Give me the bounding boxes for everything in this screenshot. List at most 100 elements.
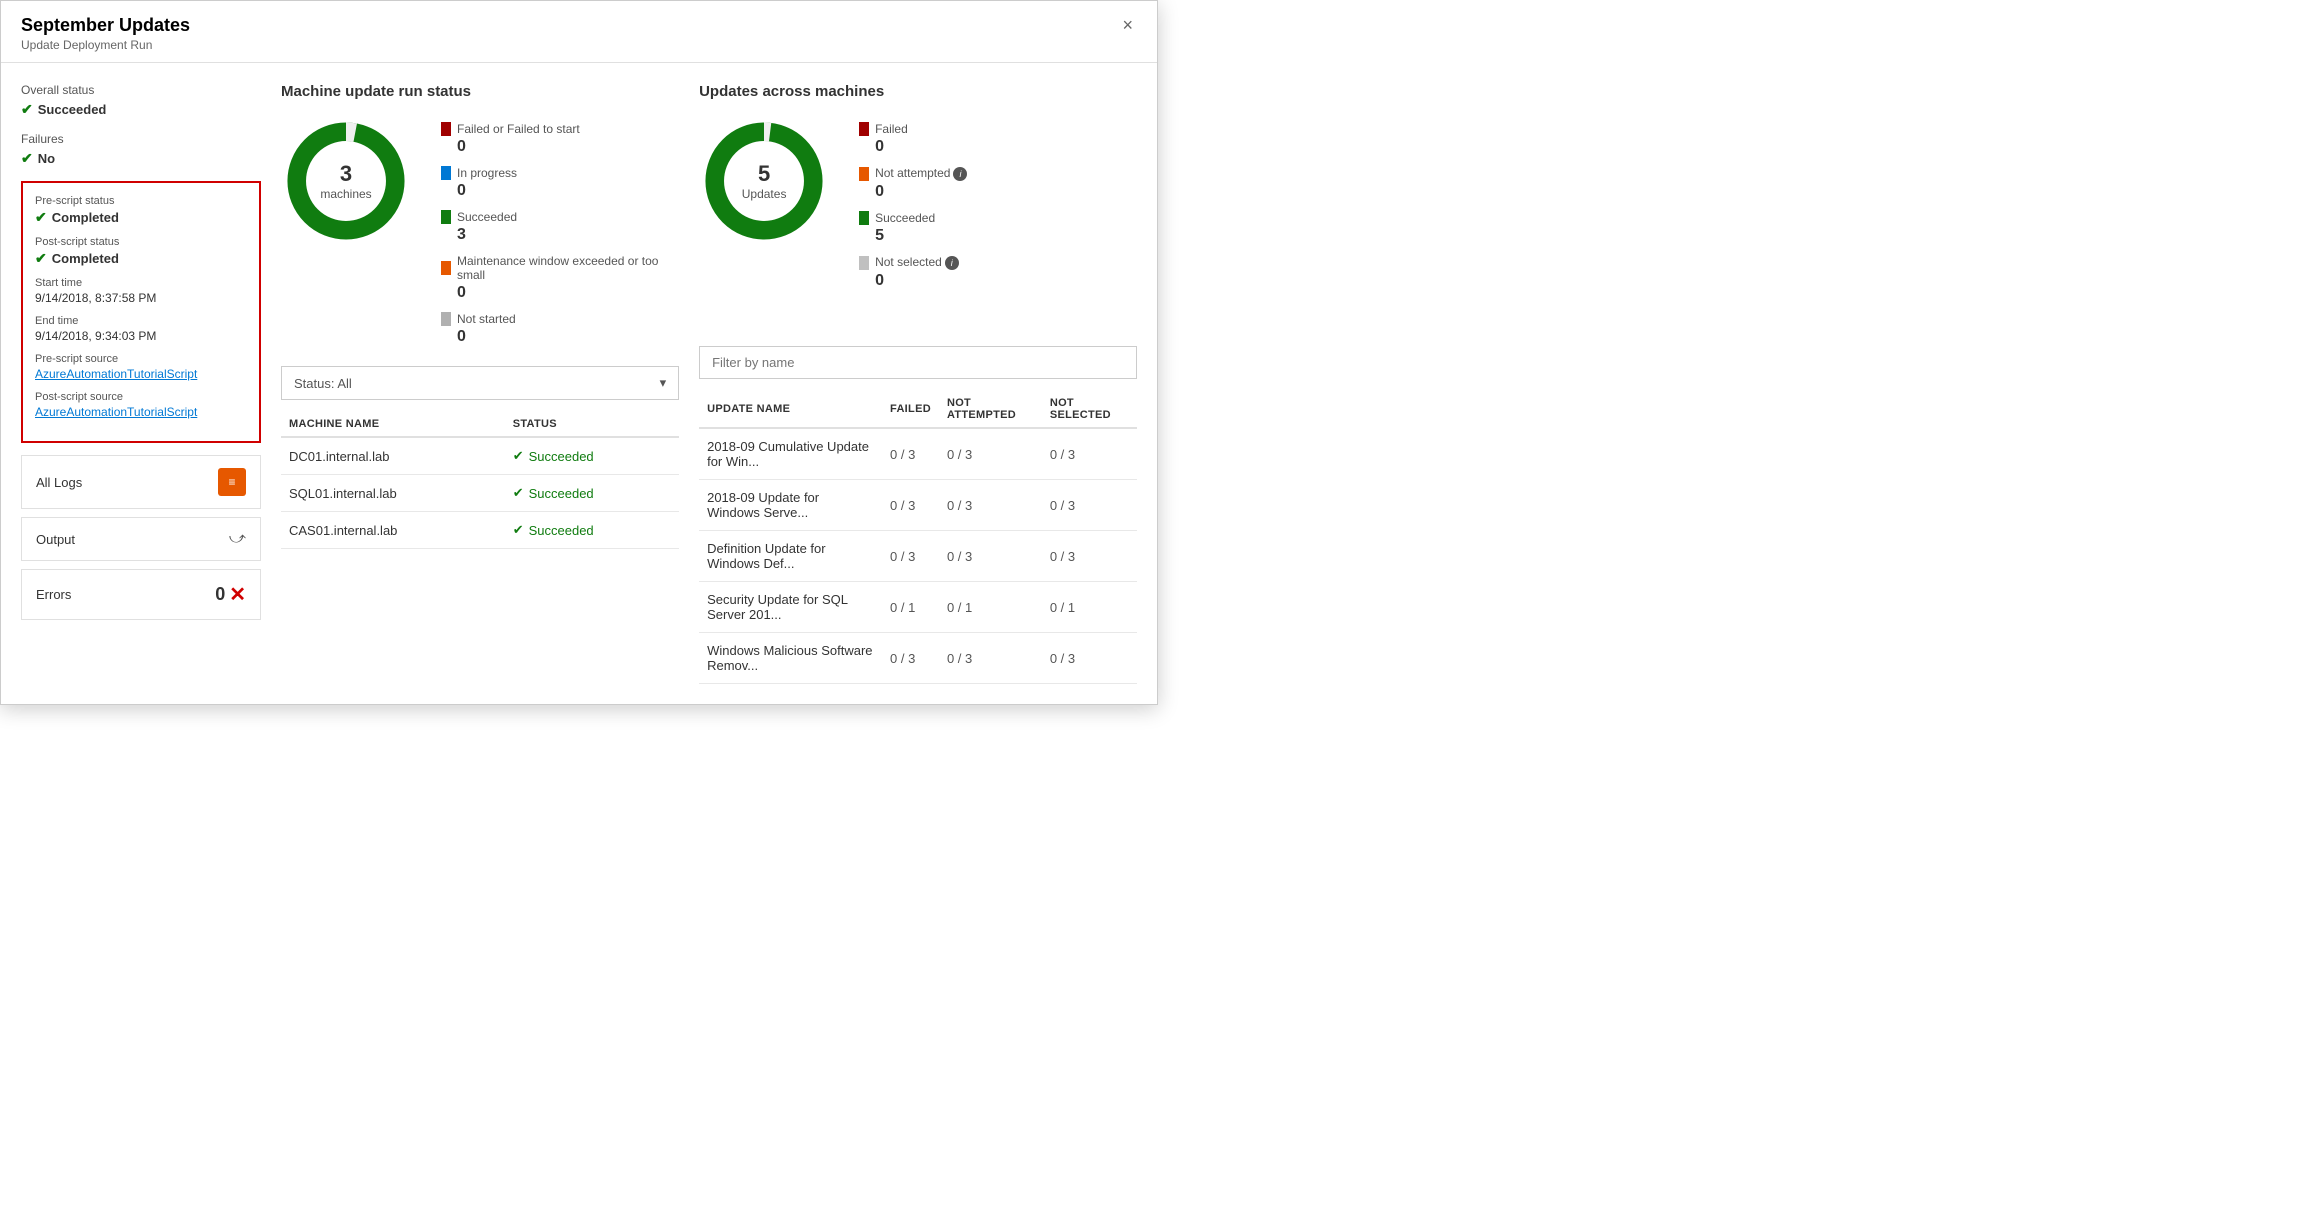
- prescript-source-label: Pre-script source: [35, 353, 247, 365]
- start-time-row: Start time 9/14/2018, 8:37:58 PM: [35, 277, 247, 305]
- header-text: September Updates Update Deployment Run: [21, 15, 190, 52]
- end-time-row: End time 9/14/2018, 9:34:03 PM: [35, 315, 247, 343]
- legend-color-bar: [859, 122, 869, 136]
- column-header: FAILED: [882, 391, 939, 428]
- legend-header: Succeeded: [441, 210, 679, 224]
- overall-status-section: Overall status ✔ Succeeded: [21, 83, 261, 118]
- legend-color-bar: [859, 256, 869, 270]
- dialog-body: Overall status ✔ Succeeded Failures ✔ No…: [1, 63, 1157, 704]
- legend-header: Not selectedi: [859, 255, 967, 270]
- legend-label: Not started: [457, 312, 516, 326]
- legend-item: Succeeded 3: [441, 210, 679, 244]
- machine-status: ✔ Succeeded: [505, 437, 679, 475]
- update-not-selected: 0 / 3: [1042, 428, 1137, 480]
- legend-header: Failed or Failed to start: [441, 122, 679, 136]
- output-icon: ⤻: [229, 530, 246, 548]
- machines-table-body: DC01.internal.lab ✔ Succeeded SQL01.inte…: [281, 437, 679, 549]
- legend-item: Not attemptedi 0: [859, 166, 967, 201]
- legend-color-bar: [859, 167, 869, 181]
- legend-header: Not attemptedi: [859, 166, 967, 181]
- updates-charts-row: 5 Updates Failed 0 Not attemptedi 0 Succ…: [699, 116, 1137, 290]
- update-name: Security Update for SQL Server 201...: [699, 582, 882, 633]
- machine-donut-text: machines: [320, 187, 371, 201]
- updates-table: UPDATE NAMEFAILEDNOT ATTEMPTEDNOT SELECT…: [699, 391, 1137, 684]
- succeeded-badge: ✔ Succeeded: [513, 522, 671, 538]
- prescript-status-label: Pre-script status: [35, 195, 247, 207]
- legend-color-bar: [441, 312, 451, 326]
- machine-donut-number: 3: [320, 161, 371, 187]
- legend-label: Succeeded: [457, 210, 517, 224]
- dialog-title: September Updates: [21, 15, 190, 36]
- legend-value: 3: [441, 226, 679, 244]
- postscript-source-link[interactable]: AzureAutomationTutorialScript: [35, 405, 247, 419]
- legend-label: Succeeded: [875, 211, 935, 225]
- update-failed: 0 / 3: [882, 531, 939, 582]
- table-row: Definition Update for Windows Def... 0 /…: [699, 531, 1137, 582]
- column-header: STATUS: [505, 412, 679, 437]
- start-time-label: Start time: [35, 277, 247, 289]
- end-time-value: 9/14/2018, 9:34:03 PM: [35, 329, 247, 343]
- close-button[interactable]: ×: [1118, 15, 1137, 36]
- machine-donut-label: 3 machines: [320, 161, 371, 201]
- legend-value: 0: [859, 272, 967, 290]
- overall-status-value: ✔ Succeeded: [21, 101, 261, 118]
- machine-donut: 3 machines: [281, 116, 411, 246]
- column-header: UPDATE NAME: [699, 391, 882, 428]
- output-box[interactable]: Output ⤻: [21, 517, 261, 561]
- legend-value: 0: [859, 183, 967, 201]
- failures-section: Failures ✔ No: [21, 132, 261, 167]
- postscript-source-row: Post-script source AzureAutomationTutori…: [35, 391, 247, 419]
- legend-header: Succeeded: [859, 211, 967, 225]
- succeeded-badge: ✔ Succeeded: [513, 448, 671, 464]
- update-not-attempted: 0 / 3: [939, 531, 1042, 582]
- filter-name-input[interactable]: [699, 346, 1137, 379]
- update-not-selected: 0 / 3: [1042, 633, 1137, 684]
- left-panel: Overall status ✔ Succeeded Failures ✔ No…: [21, 83, 261, 684]
- update-failed: 0 / 1: [882, 582, 939, 633]
- legend-color-bar: [859, 211, 869, 225]
- table-row: 2018-09 Update for Windows Serve... 0 / …: [699, 480, 1137, 531]
- machines-table: MACHINE NAMESTATUS DC01.internal.lab ✔ S…: [281, 412, 679, 549]
- info-icon[interactable]: i: [953, 167, 967, 181]
- machine-legend: Failed or Failed to start 0 In progress …: [441, 116, 679, 346]
- prescript-status-row: Pre-script status ✔ Completed: [35, 195, 247, 226]
- legend-value: 0: [441, 284, 679, 302]
- update-failed: 0 / 3: [882, 428, 939, 480]
- middle-panel: Machine update run status 3 machines: [281, 83, 679, 684]
- postscript-status-row: Post-script status ✔ Completed: [35, 236, 247, 267]
- check-icon: ✔: [21, 101, 33, 118]
- updates-donut-label: 5 Updates: [742, 161, 787, 201]
- table-row: 2018-09 Cumulative Update for Win... 0 /…: [699, 428, 1137, 480]
- column-header: NOT ATTEMPTED: [939, 391, 1042, 428]
- check-icon-postscript: ✔: [35, 250, 47, 267]
- table-row: Windows Malicious Software Remov... 0 / …: [699, 633, 1137, 684]
- failures-value: ✔ No: [21, 150, 261, 167]
- start-time-value: 9/14/2018, 8:37:58 PM: [35, 291, 247, 305]
- legend-value: 0: [441, 182, 679, 200]
- machine-name: DC01.internal.lab: [281, 437, 505, 475]
- prescript-status-value: ✔ Completed: [35, 209, 247, 226]
- update-name: Definition Update for Windows Def...: [699, 531, 882, 582]
- updates-table-body: 2018-09 Cumulative Update for Win... 0 /…: [699, 428, 1137, 684]
- dialog-container: September Updates Update Deployment Run …: [0, 0, 1158, 705]
- output-label: Output: [36, 532, 75, 547]
- table-row: CAS01.internal.lab ✔ Succeeded: [281, 512, 679, 549]
- check-icon: ✔: [513, 485, 524, 501]
- legend-color-bar: [441, 261, 451, 275]
- machine-status: ✔ Succeeded: [505, 475, 679, 512]
- updates-donut-number: 5: [742, 161, 787, 187]
- legend-item: Not selectedi 0: [859, 255, 967, 290]
- chevron-down-icon: ▾: [660, 375, 667, 391]
- updates-legend: Failed 0 Not attemptedi 0 Succeeded 5 No…: [859, 116, 967, 290]
- info-icon[interactable]: i: [945, 256, 959, 270]
- prescript-source-link[interactable]: AzureAutomationTutorialScript: [35, 367, 247, 381]
- check-icon-failures: ✔: [21, 150, 33, 167]
- legend-item: Not started 0: [441, 312, 679, 346]
- all-logs-box[interactable]: All Logs ≡: [21, 455, 261, 509]
- update-failed: 0 / 3: [882, 480, 939, 531]
- errors-box[interactable]: Errors 0 ✕: [21, 569, 261, 620]
- legend-header: Maintenance window exceeded or too small: [441, 254, 679, 282]
- update-name: 2018-09 Update for Windows Serve...: [699, 480, 882, 531]
- status-dropdown[interactable]: Status: All ▾: [281, 366, 679, 400]
- dialog-header: September Updates Update Deployment Run …: [1, 1, 1157, 63]
